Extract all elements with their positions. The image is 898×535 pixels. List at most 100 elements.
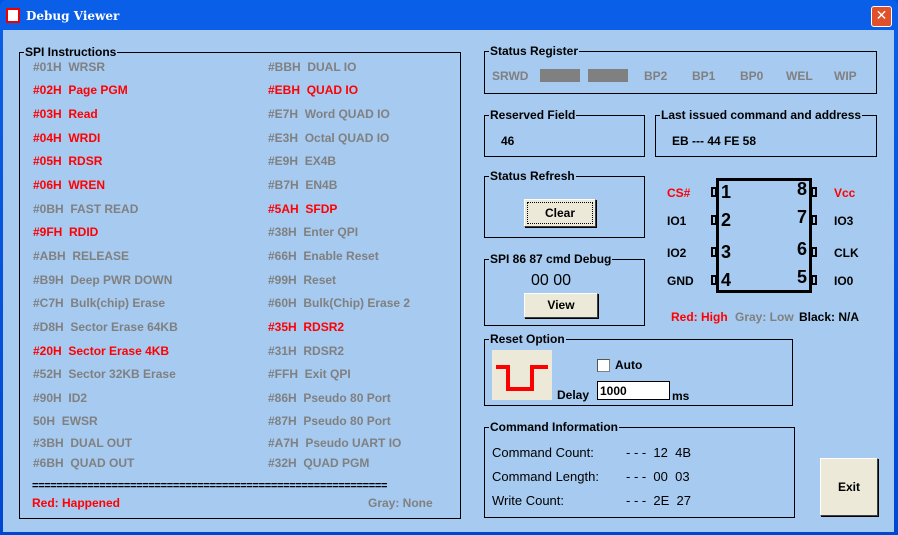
pin-6 (811, 247, 817, 257)
cmd-info-value: - - - 2E 27 (626, 493, 692, 508)
window-title: Debug Viewer (26, 9, 120, 23)
close-button[interactable]: ✕ (871, 6, 892, 27)
instruction-name: Pseudo 80 Port (303, 414, 391, 428)
instruction-right-2: #E7H Word QUAD IO (268, 107, 390, 121)
status-bit-wip: WIP (834, 69, 857, 83)
instruction-name: FAST READ (70, 202, 139, 216)
cmd-info-value: - - - 00 03 (626, 469, 690, 484)
instruction-code: 50H (33, 414, 56, 428)
legend-red: Red: Happened (32, 496, 121, 510)
pin-3 (711, 247, 717, 257)
pin-7 (811, 215, 817, 225)
instruction-code: #BBH (268, 60, 301, 74)
instruction-code: #B9H (33, 273, 64, 287)
instruction-name: EN4B (305, 178, 338, 192)
close-icon: ✕ (875, 8, 888, 24)
status-bit-bp0: BP0 (740, 69, 764, 83)
instruction-name: Octal QUAD IO (304, 131, 390, 145)
instruction-right-12: #31H RDSR2 (268, 344, 344, 358)
delay-unit: ms (672, 389, 690, 403)
instruction-right-9: #99H Reset (268, 273, 336, 287)
delay-label: Delay (557, 388, 590, 402)
instruction-name: SFDP (305, 202, 338, 216)
instruction-code: #32H (268, 456, 297, 470)
group-legend: Reserved Field (489, 108, 577, 122)
instruction-name: Pseudo 80 Port (303, 391, 391, 405)
pin-number: 8 (797, 179, 808, 199)
debug-value: 00 00 (531, 272, 572, 289)
instruction-left-4: #05H RDSR (33, 154, 102, 168)
instruction-code: #86H (268, 391, 297, 405)
pin-label: CS# (667, 186, 691, 200)
clear-label: Clear (527, 202, 593, 224)
status-bit-reserved (588, 69, 628, 82)
instruction-name: WREN (68, 178, 106, 192)
instruction-right-15: #87H Pseudo 80 Port (268, 414, 391, 428)
clear-button[interactable]: Clear (524, 199, 596, 227)
instruction-left-1: #02H Page PGM (33, 83, 128, 97)
group-legend: Status Refresh (489, 169, 576, 183)
instruction-code: #66H (268, 249, 297, 263)
instruction-code: #31H (268, 344, 297, 358)
instruction-left-0: #01H WRSR (33, 60, 105, 74)
instruction-name: RDID (69, 225, 99, 239)
instruction-right-3: #E3H Octal QUAD IO (268, 131, 389, 145)
instruction-name: Enter QPI (303, 225, 359, 239)
instruction-code: #A7H (268, 436, 299, 450)
group-legend: SPI 86 87 cmd Debug (489, 252, 613, 266)
instruction-name: Pseudo UART IO (305, 436, 402, 450)
instruction-code: #6BH (33, 456, 64, 470)
instruction-code: #5AH (268, 202, 299, 216)
instruction-name: Deep PWR DOWN (70, 273, 173, 287)
pin-label: CLK (834, 246, 859, 260)
instruction-right-13: #FFH Exit QPI (268, 367, 351, 381)
last-command-value: EB --- 44 FE 58 (672, 134, 757, 148)
instruction-right-1: #EBH QUAD IO (268, 83, 358, 97)
instruction-name: WRSR (68, 60, 106, 74)
instruction-left-12: #20H Sector Erase 4KB (33, 344, 169, 358)
instruction-name: RELEASE (72, 249, 130, 263)
instruction-name: Sector Erase 4KB (68, 344, 170, 358)
instruction-name: DUAL OUT (70, 436, 133, 450)
instruction-name: Bulk(chip) Erase (70, 296, 166, 310)
status-bit-wel: WEL (786, 69, 813, 83)
instruction-code: #38H (268, 225, 297, 239)
status-bit-srwd: SRWD (492, 69, 529, 83)
instruction-code: #0BH (33, 202, 64, 216)
auto-checkbox[interactable] (597, 359, 610, 372)
instruction-code: #EBH (268, 83, 301, 97)
instruction-left-13: #52H Sector 32KB Erase (33, 367, 176, 381)
instruction-right-11: #35H RDSR2 (268, 320, 344, 334)
legend-gray: Gray: None (368, 496, 433, 510)
cmd-info-label: Command Length: (492, 469, 599, 484)
view-button[interactable]: View (524, 293, 598, 318)
pin-number: 6 (797, 239, 808, 259)
instruction-name: Bulk(Chip) Erase 2 (303, 296, 411, 310)
instruction-code: #D8H (33, 320, 64, 334)
instruction-code: #E7H (268, 107, 299, 121)
group-legend: Last issued command and address (660, 108, 863, 122)
instruction-code: #9FH (33, 225, 63, 239)
status-refresh-group: Status Refresh Clear (484, 169, 645, 238)
reserved-field-group: Reserved Field 46 (484, 108, 645, 157)
instruction-name: Read (68, 107, 98, 121)
instruction-code: #99H (268, 273, 297, 287)
instruction-right-14: #86H Pseudo 80 Port (268, 391, 391, 405)
instruction-name: Word QUAD IO (304, 107, 390, 121)
instruction-code: #20H (33, 344, 62, 358)
delay-input[interactable] (597, 381, 670, 400)
instruction-left-10: #C7H Bulk(chip) Erase (33, 296, 165, 310)
group-legend: Command Information (489, 420, 619, 434)
title-bar: Debug Viewer ✕ (0, 0, 898, 30)
instruction-code: #ABH (33, 249, 66, 263)
debug-viewer-window: Debug Viewer ✕ SPI Instructions #01H WRS… (0, 0, 898, 535)
pin-number: 1 (721, 182, 732, 202)
reserved-value: 46 (501, 134, 515, 148)
instruction-code: #FFH (268, 367, 298, 381)
instruction-right-7: #38H Enter QPI (268, 225, 358, 239)
exit-button[interactable]: Exit (820, 458, 878, 516)
pin-label: Vcc (834, 186, 856, 200)
pin-number: 2 (721, 210, 732, 230)
spi-instructions-group: SPI Instructions #01H WRSR #02H Page PGM #… (19, 45, 461, 519)
instruction-name: Sector 32KB Erase (68, 367, 176, 381)
